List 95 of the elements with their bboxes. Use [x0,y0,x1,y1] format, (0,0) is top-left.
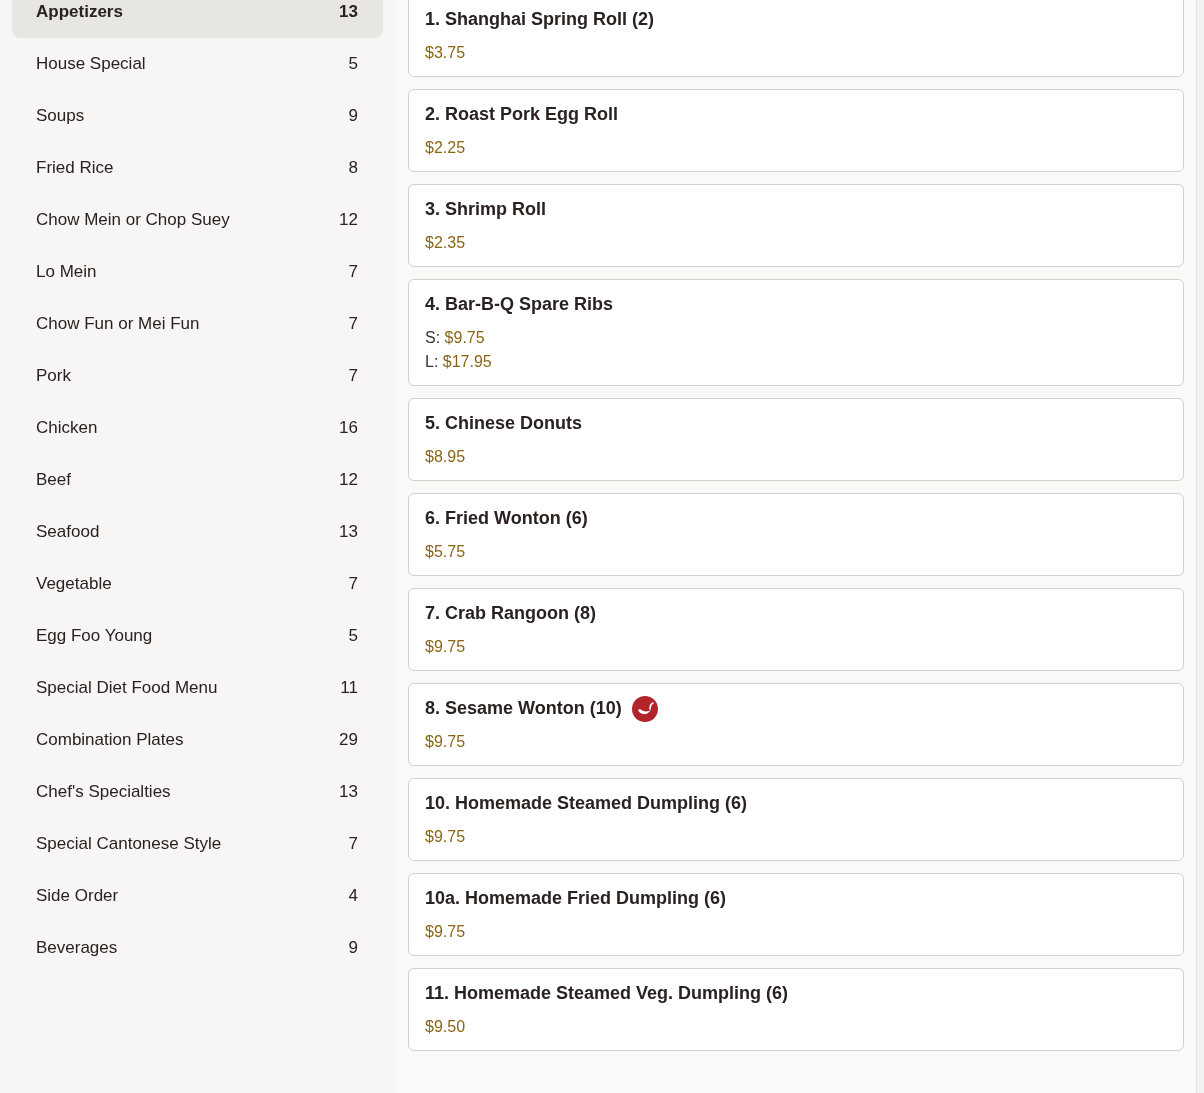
chili-pepper-icon [631,695,658,722]
category-label: Chicken [36,417,98,440]
item-count: 7 [348,365,358,388]
category-item[interactable]: Special Cantonese Style 7 [12,818,383,870]
price: $2.35 [425,234,466,251]
item-count: 13 [339,1,358,24]
scrollbar[interactable] [1196,0,1204,1093]
item-count: 13 [339,781,358,804]
category-label: Side Order [36,885,119,908]
size-label: S: [425,329,441,346]
price: $5.75 [425,543,466,560]
menu-item-name: 5. Chinese Donuts [425,412,583,435]
item-count: 16 [339,417,358,440]
category-item[interactable]: Beef 12 [12,454,383,506]
item-count: 12 [339,209,358,232]
menu-item-name: 1. Shanghai Spring Roll (2) [425,8,655,31]
menu-item-card[interactable]: 8. Sesame Wonton (10) $9.75 [408,683,1184,766]
category-item[interactable]: Chef's Specialties 13 [12,766,383,818]
menu-item-name: 10a. Homemade Fried Dumpling (6) [425,887,727,910]
category-item[interactable]: Special Diet Food Menu 11 [12,662,383,714]
category-item[interactable]: Soups 9 [12,90,383,142]
category-label: Combination Plates [36,729,184,752]
category-label: Egg Foo Young [36,625,153,648]
menu-item-name: 10. Homemade Steamed Dumpling (6) [425,792,748,815]
category-item[interactable]: Egg Foo Young 5 [12,610,383,662]
category-label: Chow Mein or Chop Suey [36,209,230,232]
category-label: Chow Fun or Mei Fun [36,313,200,336]
price: $9.75 [425,638,466,655]
category-label: Seafood [36,521,100,544]
menu-item-card[interactable]: 6. Fried Wonton (6) $5.75 [408,493,1184,576]
category-label: Beverages [36,937,118,960]
item-count: 5 [348,53,358,76]
category-label: Special Cantonese Style [36,833,222,856]
menu-item-name: 2. Roast Pork Egg Roll [425,103,619,126]
category-label: Beef [36,469,71,492]
category-label: Lo Mein [36,261,97,284]
item-count: 9 [348,937,358,960]
menu-item-card[interactable]: 4. Bar-B-Q Spare Ribs S: $9.75 L: $17.95 [408,279,1184,386]
menu-item-card[interactable]: 1. Shanghai Spring Roll (2) $3.75 [408,0,1184,77]
category-item[interactable]: Chow Fun or Mei Fun 7 [12,298,383,350]
item-count: 7 [348,833,358,856]
menu-item-card[interactable]: 2. Roast Pork Egg Roll $2.25 [408,89,1184,172]
item-count: 11 [340,677,358,700]
menu-item-name: 4. Bar-B-Q Spare Ribs [425,293,614,316]
price: $9.75 [425,923,466,940]
menu-item-card[interactable]: 10a. Homemade Fried Dumpling (6) $9.75 [408,873,1184,956]
menu-item-card[interactable]: 3. Shrimp Roll $2.35 [408,184,1184,267]
menu-item-card[interactable]: 10. Homemade Steamed Dumpling (6) $9.75 [408,778,1184,861]
category-item[interactable]: Chow Mein or Chop Suey 12 [12,194,383,246]
category-item[interactable]: Pork 7 [12,350,383,402]
menu-item-name: 11. Homemade Steamed Veg. Dumpling (6) [425,982,789,1005]
item-count: 7 [348,573,358,596]
item-count: 5 [348,625,358,648]
category-label: Fried Rice [36,157,114,180]
category-item[interactable]: Fried Rice 8 [12,142,383,194]
menu-item-name: 6. Fried Wonton (6) [425,507,588,530]
item-count: 7 [348,261,358,284]
category-item[interactable]: Appetizers 13 [12,0,383,38]
category-item[interactable]: Combination Plates 29 [12,714,383,766]
menu-item-card[interactable]: 11. Homemade Steamed Veg. Dumpling (6) $9.50 [408,968,1184,1051]
price: $8.95 [425,448,466,465]
category-label: Pork [36,365,71,388]
category-label: Special Diet Food Menu [36,677,218,700]
category-label: Appetizers [36,1,123,24]
menu-item-name: 7. Crab Rangoon (8) [425,602,596,625]
category-label: House Special [36,53,146,76]
price: $9.75 [425,733,466,750]
item-count: 29 [339,729,358,752]
category-item[interactable]: Chicken 16 [12,402,383,454]
price: $9.75 [444,329,485,346]
price: $17.95 [442,353,492,370]
category-label: Soups [36,105,85,128]
category-label: Chef's Specialties [36,781,171,804]
category-item[interactable]: Seafood 13 [12,506,383,558]
category-item[interactable]: Lo Mein 7 [12,246,383,298]
item-count: 12 [339,469,358,492]
category-item[interactable]: Beverages 9 [12,922,383,974]
size-label: L: [425,353,439,370]
category-item[interactable]: Vegetable 7 [12,558,383,610]
item-count: 7 [348,313,358,336]
category-item[interactable]: House Special 5 [12,38,383,90]
category-label: Vegetable [36,573,112,596]
menu-item-card[interactable]: 7. Crab Rangoon (8) $9.75 [408,588,1184,671]
menu-item-name: 3. Shrimp Roll [425,198,547,221]
item-count: 9 [348,105,358,128]
item-count: 13 [339,521,358,544]
category-item[interactable]: Side Order 4 [12,870,383,922]
price: $9.50 [425,1018,466,1035]
menu-item-card[interactable]: 5. Chinese Donuts $8.95 [408,398,1184,481]
item-count: 8 [348,157,358,180]
price: $3.75 [425,44,466,61]
price: $9.75 [425,828,466,845]
item-count: 4 [348,885,358,908]
price: $2.25 [425,139,466,156]
menu-item-name: 8. Sesame Wonton (10) [425,697,622,720]
